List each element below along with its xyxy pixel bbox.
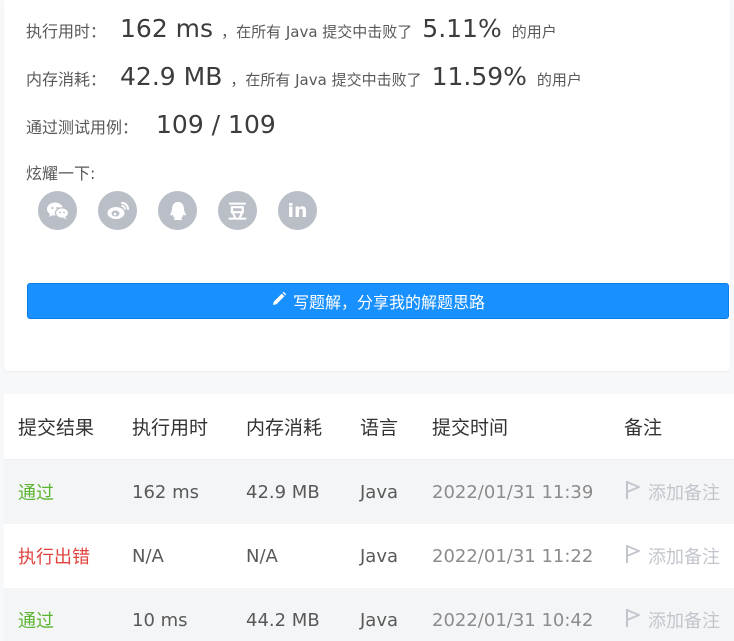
- memory-value: 42.9 MB: [120, 62, 223, 91]
- status-link[interactable]: 通过: [18, 607, 54, 633]
- tests-label: 通过测试用例：: [26, 118, 139, 137]
- share-icons: 豆 in: [38, 191, 317, 230]
- add-note-button[interactable]: 添加备注: [624, 479, 720, 505]
- tests-stat: 通过测试用例： 109 / 109: [26, 110, 276, 139]
- qq-icon[interactable]: [158, 191, 197, 230]
- table-row: 执行出错 N/A N/A Java 2022/01/31 11:22 添加备注: [4, 524, 734, 588]
- submission-table: 提交结果 执行用时 内存消耗 语言 提交时间 备注 通过 162 ms 42.9…: [4, 394, 734, 641]
- language-cell: Java: [360, 481, 399, 503]
- header-language: 语言: [360, 417, 399, 439]
- add-note-button[interactable]: 添加备注: [624, 543, 720, 569]
- wechat-icon[interactable]: [38, 191, 77, 230]
- header-runtime: 执行用时: [132, 417, 209, 439]
- runtime-stat: 执行用时： 162 ms ，在所有 Java 提交中击败了 5.11% 的用户: [26, 14, 557, 43]
- memory-stat: 内存消耗： 42.9 MB ，在所有 Java 提交中击败了 11.59% 的用…: [26, 62, 582, 91]
- status-link[interactable]: 执行出错: [18, 543, 90, 569]
- flag-icon: [624, 544, 642, 569]
- douban-icon[interactable]: 豆: [218, 191, 257, 230]
- memory-cell: 42.9 MB: [246, 481, 320, 503]
- runtime-cell: 162 ms: [132, 481, 199, 503]
- write-solution-button[interactable]: 写题解，分享我的解题思路: [27, 283, 729, 319]
- write-solution-label: 写题解，分享我的解题思路: [292, 293, 485, 312]
- language-cell: Java: [360, 545, 399, 567]
- time-cell: 2022/01/31 11:22: [432, 545, 594, 567]
- runtime-label: 执行用时：: [26, 22, 107, 41]
- runtime-cell: 10 ms: [132, 609, 188, 631]
- tests-value: 109 / 109: [156, 110, 276, 139]
- runtime-suffix: 的用户: [511, 23, 557, 41]
- runtime-cell: N/A: [132, 545, 164, 567]
- status-link[interactable]: 通过: [18, 479, 54, 505]
- add-note-label: 添加备注: [648, 483, 720, 504]
- memory-label: 内存消耗：: [26, 70, 107, 89]
- linkedin-icon[interactable]: in: [278, 191, 317, 230]
- flag-icon: [624, 480, 642, 505]
- language-cell: Java: [360, 609, 399, 631]
- runtime-percent: 5.11%: [422, 14, 502, 43]
- linkedin-glyph: in: [287, 199, 308, 222]
- weibo-icon[interactable]: [98, 191, 137, 230]
- header-memory: 内存消耗: [246, 417, 323, 439]
- memory-beat-text: ，在所有 Java 提交中击败了: [230, 71, 422, 89]
- table-header: 提交结果 执行用时 内存消耗 语言 提交时间 备注: [4, 394, 734, 460]
- header-time: 提交时间: [432, 417, 509, 439]
- time-cell: 2022/01/31 11:39: [432, 481, 594, 503]
- pencil-icon: [271, 291, 287, 311]
- header-status: 提交结果: [18, 417, 95, 439]
- table-row: 通过 10 ms 44.2 MB Java 2022/01/31 10:42 添…: [4, 588, 734, 641]
- memory-cell: 44.2 MB: [246, 609, 320, 631]
- runtime-value: 162 ms: [120, 14, 214, 43]
- runtime-beat-text: ，在所有 Java 提交中击败了: [221, 23, 413, 41]
- add-note-label: 添加备注: [648, 611, 720, 632]
- header-note: 备注: [624, 417, 663, 439]
- add-note-label: 添加备注: [648, 547, 720, 568]
- flag-icon: [624, 608, 642, 633]
- table-row: 通过 162 ms 42.9 MB Java 2022/01/31 11:39 …: [4, 460, 734, 524]
- memory-cell: N/A: [246, 545, 278, 567]
- result-summary-card: 执行用时： 162 ms ，在所有 Java 提交中击败了 5.11% 的用户 …: [4, 0, 730, 371]
- memory-percent: 11.59%: [431, 62, 527, 91]
- add-note-button[interactable]: 添加备注: [624, 607, 720, 633]
- time-cell: 2022/01/31 10:42: [432, 609, 594, 631]
- douban-glyph: 豆: [227, 201, 247, 223]
- share-label: 炫耀一下:: [26, 164, 96, 183]
- memory-suffix: 的用户: [536, 71, 582, 89]
